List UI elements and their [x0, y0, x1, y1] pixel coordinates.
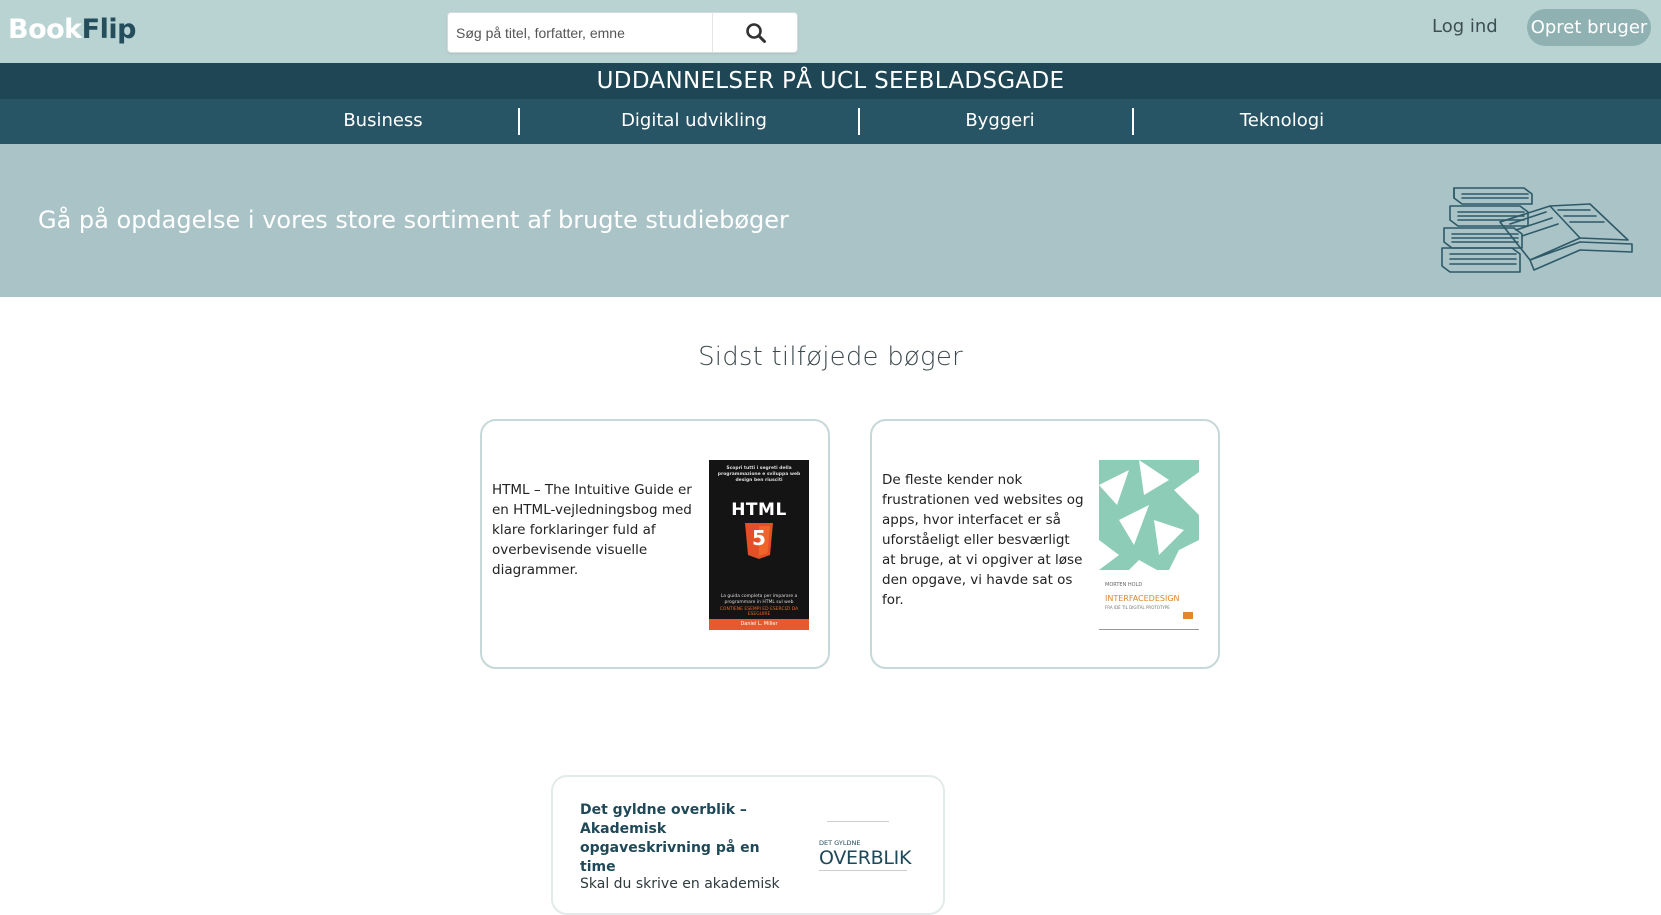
- cover-badge: 5: [752, 526, 766, 550]
- cover-author: MORTEN HOLD: [1105, 582, 1143, 588]
- search-button[interactable]: [713, 13, 798, 52]
- cover-bottom-text: La guida completa per imparare a program…: [720, 594, 798, 605]
- nav-item-teknologi[interactable]: Teknologi: [1236, 110, 1328, 131]
- logo-text-flip: Flip: [81, 14, 137, 45]
- nav-item-byggeri[interactable]: Byggeri: [960, 110, 1040, 131]
- book-cover-html: Scopri tutti i segreti della programmazi…: [709, 460, 809, 630]
- book-description: Skal du skrive en akademisk: [580, 876, 780, 892]
- education-title: UDDANNELSER PÅ UCL SEEBLADSGADE: [0, 63, 1661, 99]
- hero-tagline: Gå på opdagelse i vores store sortiment …: [38, 206, 789, 234]
- nav-separator: [518, 108, 520, 135]
- search-box: [447, 12, 798, 53]
- cover-pattern: [1099, 460, 1199, 570]
- cover-top-text: Scopri tutti i segreti della programmazi…: [717, 466, 801, 483]
- nav-item-digital-udvikling[interactable]: Digital udvikling: [620, 110, 768, 131]
- cover-big-line: OVERBLIK: [819, 847, 912, 869]
- book-description: HTML – The Intuitive Guide er en HTML-ve…: [492, 482, 692, 578]
- bookflip-logo[interactable]: BookFlip: [8, 14, 136, 45]
- book-card[interactable]: HTML – The Intuitive Guide er en HTML-ve…: [480, 419, 830, 669]
- book-description: De fleste kender nok frustrationen ved w…: [882, 472, 1084, 608]
- nav-separator: [1132, 108, 1134, 135]
- nav-item-business[interactable]: Business: [330, 110, 436, 131]
- cover-tagline: CONTIENE ESEMPI ED ESERCIZI DA ESEGUIRE: [719, 607, 799, 617]
- cover-title: INTERFACEDESIGN: [1105, 594, 1180, 603]
- books-illustration: [1441, 187, 1633, 273]
- cover-author: Daniel L. Miller: [709, 619, 809, 630]
- book-cover-gyldne-overblik: DET GYLDNE OVERBLIK: [811, 817, 921, 897]
- cover-subtitle: FRA IDÉ TIL DIGITAL PROTOTYPE: [1105, 605, 1170, 610]
- book-cover-interfacedesign: MORTEN HOLD INTERFACEDESIGN FRA IDÉ TIL …: [1099, 460, 1199, 630]
- book-card[interactable]: Det gyldne overblik – Akademisk opgavesk…: [551, 775, 945, 915]
- book-card[interactable]: De fleste kender nok frustrationen ved w…: [870, 419, 1220, 669]
- cover-rule: [827, 821, 889, 822]
- hero-banner: Gå på opdagelse i vores store sortiment …: [0, 144, 1661, 297]
- book-title: Det gyldne overblik – Akademisk opgavesk…: [580, 802, 760, 875]
- publisher-logo: [1183, 612, 1193, 619]
- section-heading: Sidst tilføjede bøger: [698, 342, 963, 372]
- cover-small-line: DET GYLDNE: [819, 839, 861, 847]
- search-input[interactable]: [456, 19, 711, 46]
- logo-text-book: Book: [8, 14, 82, 45]
- category-nav: Business Digital udvikling Byggeri Tekno…: [0, 99, 1661, 144]
- nav-separator: [858, 108, 860, 135]
- signup-button[interactable]: Opret bruger: [1527, 9, 1651, 46]
- cover-title: HTML: [731, 500, 787, 520]
- cover-rule: [819, 870, 907, 871]
- search-icon: [745, 22, 766, 43]
- login-link[interactable]: Log ind: [1432, 16, 1498, 37]
- top-header: BookFlip Log ind Opret bruger: [0, 0, 1661, 63]
